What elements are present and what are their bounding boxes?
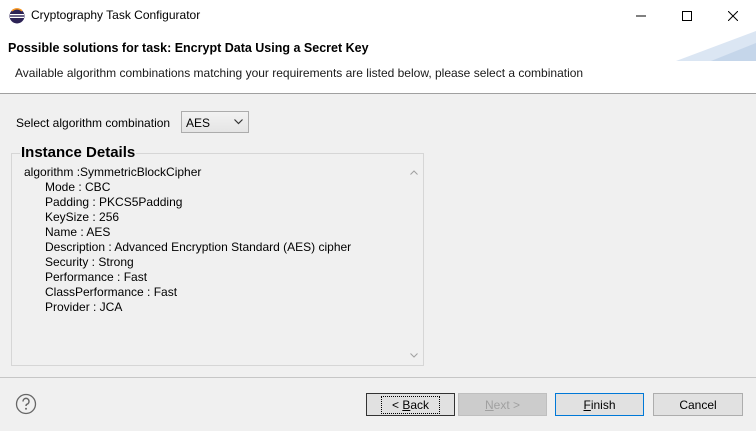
detail-line: Provider : JCA: [45, 300, 123, 314]
next-rest: ext >: [493, 397, 521, 412]
close-button[interactable]: [710, 0, 756, 31]
detail-line: KeySize : 256: [45, 210, 120, 224]
wizard-header: Possible solutions for task: Encrypt Dat…: [0, 31, 756, 94]
chevron-up-icon: [409, 170, 418, 175]
detail-line: Description : Advanced Encryption Standa…: [45, 240, 352, 254]
minimize-button[interactable]: [618, 0, 664, 31]
finish-button[interactable]: Finish: [555, 393, 644, 416]
chevron-down-icon: [234, 119, 243, 125]
page-description: Available algorithm combinations matchin…: [15, 66, 584, 80]
detail-line: Padding : PKCS5Padding: [45, 195, 183, 209]
back-prefix: <: [391, 397, 403, 412]
eclipse-icon: [9, 8, 25, 24]
maximize-button[interactable]: [664, 0, 710, 31]
detail-line: Name : AES: [45, 225, 111, 239]
cancel-button[interactable]: Cancel: [653, 393, 743, 416]
instance-details-title: Instance Details: [20, 144, 137, 161]
detail-algorithm-line: algorithm :SymmetricBlockCipher: [24, 165, 202, 179]
algorithm-select-value: AES: [186, 116, 211, 130]
details-scrollbar[interactable]: [405, 164, 422, 364]
detail-line: Performance : Fast: [45, 270, 148, 284]
title-bar: Cryptography Task Configurator: [0, 0, 756, 32]
instance-details-text: algorithm :SymmetricBlockCipher Mode : C…: [24, 165, 351, 315]
finish-rest: inish: [590, 397, 616, 412]
finish-mnemonic: F: [583, 397, 591, 412]
maximize-icon: [682, 10, 692, 21]
detail-line: ClassPerformance : Fast: [45, 285, 178, 299]
chevron-down-icon: [409, 353, 418, 358]
detail-line: Security : Strong: [45, 255, 134, 269]
next-mnemonic: N: [484, 397, 494, 412]
minimize-icon: [636, 15, 646, 16]
back-button[interactable]: < Back: [366, 393, 455, 416]
page-title: Possible solutions for task: Encrypt Dat…: [8, 41, 369, 55]
finish-button-label: Finish: [583, 398, 615, 412]
scroll-up-button[interactable]: [405, 164, 422, 181]
algorithm-select[interactable]: AES: [181, 111, 249, 133]
back-rest: ack: [410, 397, 430, 412]
scroll-down-button[interactable]: [405, 347, 422, 364]
close-icon: [728, 10, 738, 21]
detail-line: Mode : CBC: [45, 180, 111, 194]
next-button-label: Next >: [485, 398, 520, 412]
window-title: Cryptography Task Configurator: [31, 8, 201, 22]
algorithm-select-label: Select algorithm combination: [16, 116, 171, 130]
footer-separator: [0, 377, 756, 378]
instance-details-panel: algorithm :SymmetricBlockCipher Mode : C…: [11, 153, 424, 366]
back-button-label: < Back: [380, 395, 441, 414]
help-icon[interactable]: [15, 393, 37, 415]
banner-decoration: [676, 31, 756, 61]
next-button[interactable]: Next >: [458, 393, 547, 416]
